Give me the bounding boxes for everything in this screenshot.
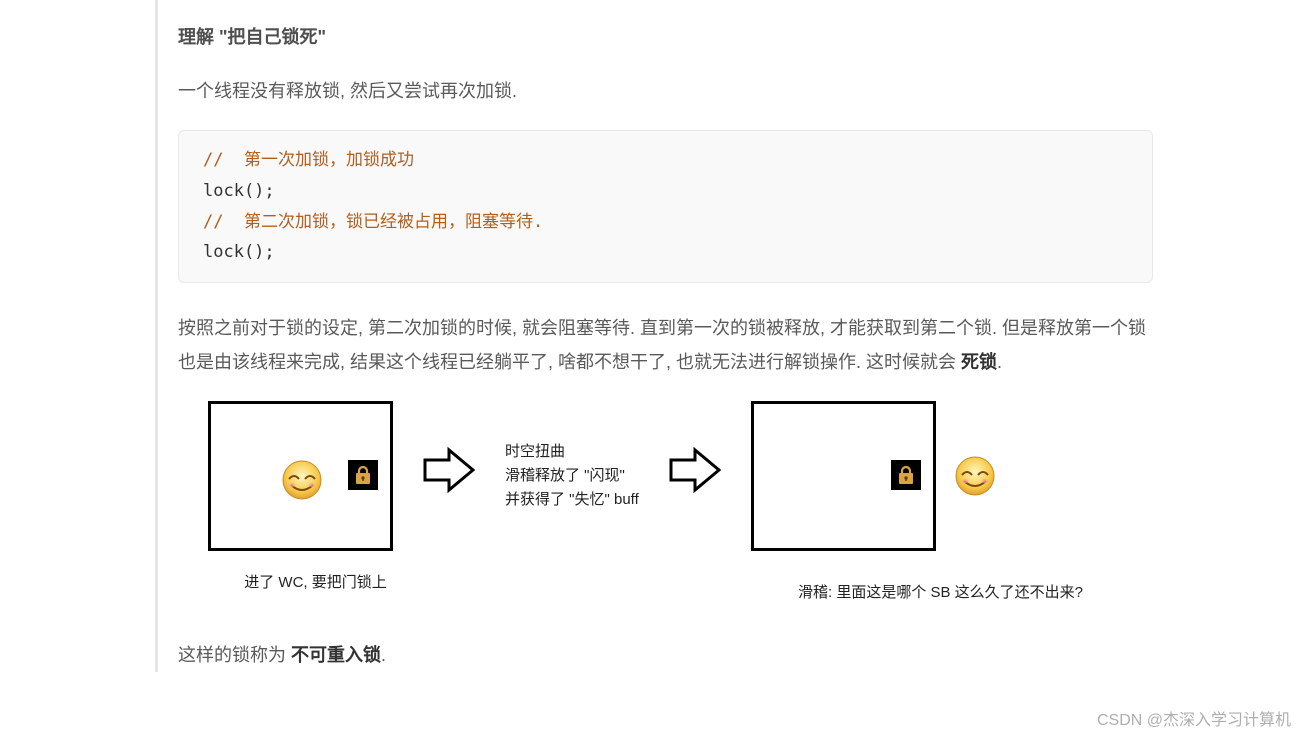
text-span: . (997, 352, 1002, 372)
caption-row: 进了 WC, 要把门锁上 滑稽: 里面这是哪个 SB 这么久了还不出来? (208, 561, 1153, 608)
wc-box-after (751, 401, 936, 551)
term-deadlock: 死锁 (961, 352, 997, 372)
text-span: . (381, 645, 386, 665)
text-line: 滑稽释放了 "闪现" (505, 464, 639, 488)
code-comment: // 第一次加锁，加锁成功 (203, 145, 1128, 176)
conclusion-paragraph: 这样的锁称为 不可重入锁. (178, 638, 1153, 672)
arrow-icon (669, 446, 721, 505)
transition-text: 时空扭曲 滑稽释放了 "闪现" 并获得了 "失忆" buff (505, 440, 639, 512)
illustration-row: 时空扭曲 滑稽释放了 "闪现" 并获得了 "失忆" buff (208, 401, 1153, 551)
intro-paragraph: 一个线程没有释放锁, 然后又尝试再次加锁. (178, 74, 1153, 108)
term-nonreentrant: 不可重入锁 (291, 645, 381, 665)
watermark-text: CSDN @杰深入学习计算机 (1097, 706, 1291, 736)
code-line: lock(); (203, 237, 1128, 268)
code-block: // 第一次加锁，加锁成功 lock(); // 第二次加锁，锁已经被占用，阻塞… (178, 130, 1153, 282)
code-comment: // 第二次加锁，锁已经被占用，阻塞等待. (203, 207, 1128, 238)
lock-icon (348, 460, 378, 490)
wc-box-before (208, 401, 393, 551)
smile-face-icon (281, 459, 323, 501)
text-line: 时空扭曲 (505, 440, 639, 464)
explanation-paragraph: 按照之前对于锁的设定, 第二次加锁的时候, 就会阻塞等待. 直到第一次的锁被释放… (178, 311, 1153, 379)
caption-left: 进了 WC, 要把门锁上 (208, 561, 423, 608)
text-line: 并获得了 "失忆" buff (505, 488, 639, 512)
section-heading: 理解 "把自己锁死" (178, 20, 1153, 54)
lock-icon (891, 460, 921, 490)
caption-right: 滑稽: 里面这是哪个 SB 这么久了还不出来? (798, 561, 1083, 608)
smile-face-icon (954, 455, 996, 497)
arrow-icon (423, 446, 475, 505)
text-span: 这样的锁称为 (178, 645, 291, 665)
code-line: lock(); (203, 176, 1128, 207)
article-body: 理解 "把自己锁死" 一个线程没有释放锁, 然后又尝试再次加锁. // 第一次加… (155, 0, 1303, 672)
